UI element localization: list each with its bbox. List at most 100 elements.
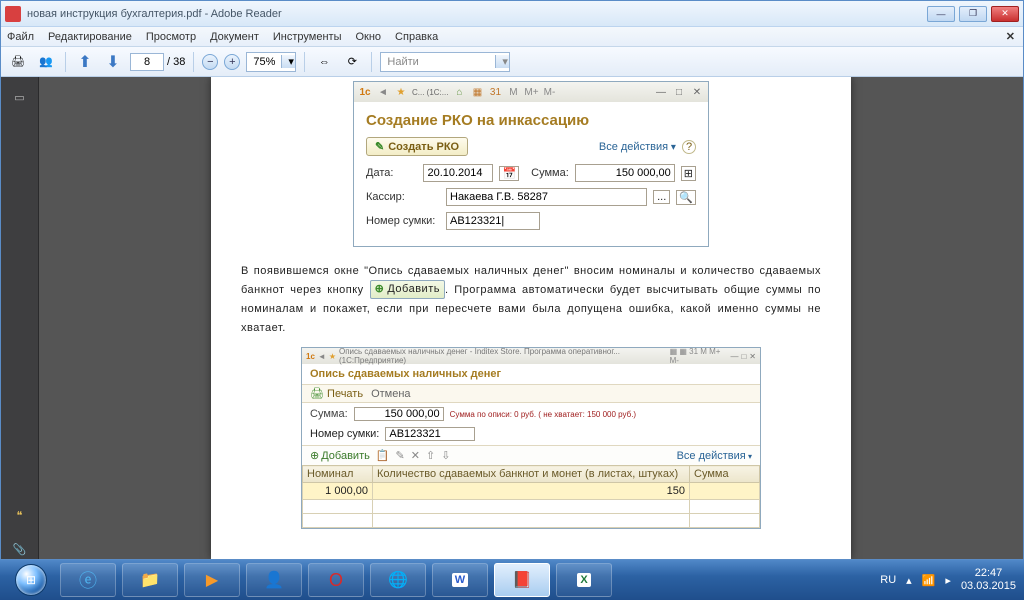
calendar-icon[interactable]: 📅 [499, 166, 519, 181]
rotate-icon[interactable]: ⟳ [341, 51, 363, 73]
maximize-button[interactable]: ❐ [959, 6, 987, 22]
grid-icon[interactable]: ▦ [470, 85, 484, 99]
copy-icon[interactable]: 📋 [376, 449, 390, 462]
select-icon[interactable]: ... [653, 190, 670, 204]
thumbnails-icon[interactable]: ▭ [10, 87, 30, 107]
star-icon[interactable]: ★ [394, 85, 408, 99]
edit-icon[interactable]: ✎ [396, 449, 405, 462]
minimize-button[interactable]: — [927, 6, 955, 22]
clock[interactable]: 22:47 03.03.2015 [961, 567, 1016, 593]
cell-qty: 150 [373, 483, 690, 500]
lang-indicator[interactable]: RU [880, 574, 896, 586]
task-explorer[interactable]: ⓔ [60, 563, 116, 597]
up-icon[interactable]: ⇧ [426, 449, 435, 462]
dlg2-max-icon[interactable]: □ [741, 352, 746, 361]
bag-input[interactable] [446, 212, 540, 230]
dlg2-min-icon[interactable]: — [730, 352, 738, 361]
page-first-icon[interactable]: ⬆ [74, 51, 96, 73]
comments-icon[interactable]: ❝ [10, 505, 30, 525]
cancel-link[interactable]: Отмена [371, 388, 410, 400]
page-prev-icon[interactable]: ⬇ [102, 51, 124, 73]
task-excel[interactable]: X [556, 563, 612, 597]
calendar-icon[interactable]: 31 [488, 85, 502, 99]
dlg1-min-icon[interactable]: — [654, 85, 668, 99]
m-icon[interactable]: M [506, 85, 520, 99]
open-icon[interactable]: 🔍 [676, 190, 696, 205]
window-title: новая инструкция бухгалтерия.pdf - Adobe… [27, 8, 927, 20]
cell-nominal: 1 000,00 [303, 483, 373, 500]
col-nominal[interactable]: Номинал [303, 466, 373, 483]
print-icon[interactable]: 🖨 [7, 51, 29, 73]
start-button[interactable]: ⊞ [8, 563, 54, 597]
chevron-down-icon[interactable]: ▾ [495, 55, 509, 68]
find-input[interactable]: Найти ▾ [380, 52, 510, 72]
sum-label: Сумма: [531, 167, 569, 179]
dlg1-close-icon[interactable]: ✕ [690, 85, 704, 99]
delete-icon[interactable]: ✕ [411, 449, 420, 462]
menu-view[interactable]: Просмотр [146, 31, 196, 43]
print-link[interactable]: 🖨 Печать [310, 387, 363, 400]
doc-close-icon[interactable]: ✕ [1006, 30, 1015, 43]
dlg2-sum-input[interactable] [354, 407, 444, 421]
create-rko-button[interactable]: ✎ Создать РКО [366, 137, 468, 156]
nominal-grid[interactable]: Номинал Количество сдаваемых банкнот и м… [302, 465, 760, 528]
calc-icon[interactable]: ⊞ [681, 166, 696, 181]
table-row[interactable]: 1 000,00 150 [303, 483, 760, 500]
col-qty[interactable]: Количество сдаваемых банкнот и монет (в … [373, 466, 690, 483]
attachments-icon[interactable]: 📎 [10, 539, 30, 559]
grid-icon[interactable]: ▦ ▦ 31 M M+ M- [670, 347, 728, 365]
zoom-out-button[interactable]: − [202, 54, 218, 70]
all-actions-link[interactable]: Все действия ▾ [677, 450, 752, 462]
task-opera[interactable]: O [308, 563, 364, 597]
flag-icon[interactable]: ▸ [945, 574, 951, 587]
task-word[interactable]: W [432, 563, 488, 597]
dlg2-close-icon[interactable]: ✕ [749, 352, 756, 361]
collab-icon[interactable]: 👥 [35, 51, 57, 73]
cashier-input[interactable] [446, 188, 647, 206]
task-files[interactable]: 📁 [122, 563, 178, 597]
add-inline-button: ⊕Добавить [370, 280, 445, 299]
table-row[interactable] [303, 514, 760, 528]
close-button[interactable]: ✕ [991, 6, 1019, 22]
fit-width-icon[interactable]: ⇔ [313, 51, 335, 73]
table-row[interactable] [303, 500, 760, 514]
zoom-in-button[interactable]: + [224, 54, 240, 70]
all-actions-link[interactable]: Все действия ▾ [599, 142, 676, 153]
dlg2-heading: Опись сдаваемых наличных денег [302, 364, 760, 384]
menu-window[interactable]: Окно [355, 31, 381, 43]
task-media[interactable]: ▶ [184, 563, 240, 597]
menu-tools[interactable]: Инструменты [273, 31, 342, 43]
down-icon[interactable]: ⇩ [441, 449, 450, 462]
menu-file[interactable]: Файл [7, 31, 34, 43]
help-icon[interactable]: ? [682, 140, 696, 154]
m-minus-icon[interactable]: M- [542, 85, 556, 99]
network-icon[interactable]: 📶 [922, 574, 936, 587]
menu-edit[interactable]: Редактирование [48, 31, 132, 43]
dlg2-sum-label: Сумма: [310, 408, 348, 420]
task-chrome[interactable]: 🌐 [370, 563, 426, 597]
dlg2-bag-input[interactable] [385, 427, 475, 441]
doc-paragraph: В появившемся окне "Опись сдаваемых нали… [241, 261, 821, 337]
dlg1-max-icon[interactable]: □ [672, 85, 686, 99]
chevron-down-icon[interactable]: ▾ [281, 55, 295, 68]
tray-icon[interactable]: ▴ [906, 574, 912, 587]
col-sum[interactable]: Сумма [690, 466, 760, 483]
menu-help[interactable]: Справка [395, 31, 438, 43]
zoom-select[interactable]: 75% ▾ [246, 52, 296, 72]
star-icon[interactable]: ★ [329, 352, 336, 361]
sum-input[interactable] [575, 164, 675, 182]
task-app1[interactable]: 👤 [246, 563, 302, 597]
task-reader[interactable]: 📕 [494, 563, 550, 597]
back-icon[interactable]: ◄ [376, 85, 390, 99]
pdf-page: 1c ◄ ★ С... (1С:... ⌂ ▦ 31 M M+ M- — □ ✕ [211, 77, 851, 559]
back-icon[interactable]: ◄ [318, 352, 326, 361]
pdf-icon [5, 6, 21, 22]
add-row-button[interactable]: ⊕ Добавить [310, 449, 370, 462]
menu-document[interactable]: Документ [210, 31, 259, 43]
create-rko-label: Создать РКО [388, 141, 459, 153]
page-number-input[interactable] [130, 53, 164, 71]
date-input[interactable] [423, 164, 493, 182]
home-icon[interactable]: ⌂ [452, 85, 466, 99]
m-plus-icon[interactable]: M+ [524, 85, 538, 99]
page-area[interactable]: 1c ◄ ★ С... (1С:... ⌂ ▦ 31 M M+ M- — □ ✕ [39, 77, 1023, 559]
